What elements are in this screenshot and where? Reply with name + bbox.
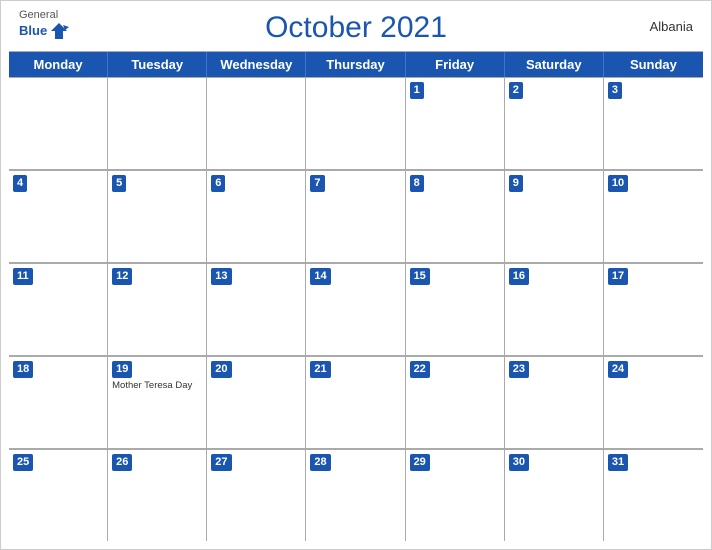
day-number: 21 — [310, 361, 330, 378]
day-number: 27 — [211, 454, 231, 471]
day-number: 4 — [13, 175, 27, 192]
day-number: 22 — [410, 361, 430, 378]
day-header-friday: Friday — [406, 52, 505, 77]
day-cell: 8 — [406, 170, 505, 262]
day-headers-row: MondayTuesdayWednesdayThursdayFridaySatu… — [9, 52, 703, 77]
calendar-container: General Blue October 2021 Albania Monday… — [0, 0, 712, 550]
day-number: 24 — [608, 361, 628, 378]
day-number: 14 — [310, 268, 330, 285]
day-number: 7 — [310, 175, 324, 192]
day-number: 31 — [608, 454, 628, 471]
day-number: 20 — [211, 361, 231, 378]
logo-area: General Blue — [19, 9, 69, 41]
calendar-grid: MondayTuesdayWednesdayThursdayFridaySatu… — [9, 51, 703, 541]
day-number: 16 — [509, 268, 529, 285]
day-cell: 4 — [9, 170, 108, 262]
logo-general: General Blue — [19, 9, 69, 41]
day-cell: 6 — [207, 170, 306, 262]
day-cell: 22 — [406, 356, 505, 448]
day-cell: 7 — [306, 170, 405, 262]
day-cell: 11 — [9, 263, 108, 355]
day-number: 5 — [112, 175, 126, 192]
day-number: 23 — [509, 361, 529, 378]
day-cell: 31 — [604, 449, 703, 541]
day-cell: 1 — [406, 77, 505, 169]
week-row-4: 18 19 Mother Teresa Day 20 21 22 23 24 — [9, 356, 703, 449]
day-number: 28 — [310, 454, 330, 471]
weeks-container: 12345678910111213141516171819Mother Tere… — [9, 77, 703, 541]
day-number: 2 — [509, 82, 523, 99]
day-number: 25 — [13, 454, 33, 471]
day-cell: 12 — [108, 263, 207, 355]
holiday-label: Mother Teresa Day — [112, 380, 202, 391]
day-cell: 27 — [207, 449, 306, 541]
calendar-title: October 2021 — [265, 11, 447, 45]
day-cell: 25 — [9, 449, 108, 541]
country-label: Albania — [650, 19, 693, 34]
day-number: 11 — [13, 268, 33, 285]
day-cell: 13 — [207, 263, 306, 355]
bird-logo-icon — [49, 21, 69, 41]
day-cell: 16 — [505, 263, 604, 355]
day-number: 8 — [410, 175, 424, 192]
day-number: 9 — [509, 175, 523, 192]
day-cell: 23 — [505, 356, 604, 448]
day-number: 12 — [112, 268, 132, 285]
day-header-wednesday: Wednesday — [207, 52, 306, 77]
day-cell: 14 — [306, 263, 405, 355]
day-cell: 2 — [505, 77, 604, 169]
day-cell: 20 — [207, 356, 306, 448]
day-cell: 21 — [306, 356, 405, 448]
calendar-header: General Blue October 2021 Albania — [1, 1, 711, 51]
day-header-monday: Monday — [9, 52, 108, 77]
day-cell — [108, 77, 207, 169]
day-number: 18 — [13, 361, 33, 378]
day-header-sunday: Sunday — [604, 52, 703, 77]
day-cell: 19 Mother Teresa Day — [108, 356, 207, 448]
day-cell: 3 — [604, 77, 703, 169]
day-cell — [9, 77, 108, 169]
day-number: 3 — [608, 82, 622, 99]
day-cell: 26 — [108, 449, 207, 541]
day-cell: 15 — [406, 263, 505, 355]
day-header-thursday: Thursday — [306, 52, 405, 77]
day-cell: 10 — [604, 170, 703, 262]
day-cell: 30 — [505, 449, 604, 541]
logo-icon: General Blue — [19, 9, 69, 41]
week-row-2: 4 5 6 7 8 9 10 — [9, 170, 703, 263]
day-number: 1 — [410, 82, 424, 99]
day-cell — [306, 77, 405, 169]
day-cell — [207, 77, 306, 169]
day-header-saturday: Saturday — [505, 52, 604, 77]
day-number: 6 — [211, 175, 225, 192]
day-number: 26 — [112, 454, 132, 471]
day-number: 13 — [211, 268, 231, 285]
week-row-5: 25 26 27 28 29 30 31 — [9, 449, 703, 541]
day-header-tuesday: Tuesday — [108, 52, 207, 77]
day-cell: 9 — [505, 170, 604, 262]
day-number: 10 — [608, 175, 628, 192]
day-number: 29 — [410, 454, 430, 471]
day-cell: 29 — [406, 449, 505, 541]
day-cell: 5 — [108, 170, 207, 262]
day-cell: 18 — [9, 356, 108, 448]
day-number: 19 — [112, 361, 132, 378]
day-number: 17 — [608, 268, 628, 285]
week-row-1: 1 2 3 — [9, 77, 703, 170]
day-number: 30 — [509, 454, 529, 471]
day-cell: 24 — [604, 356, 703, 448]
week-row-3: 11 12 13 14 15 16 17 — [9, 263, 703, 356]
day-cell: 28 — [306, 449, 405, 541]
day-cell: 17 — [604, 263, 703, 355]
day-number: 15 — [410, 268, 430, 285]
